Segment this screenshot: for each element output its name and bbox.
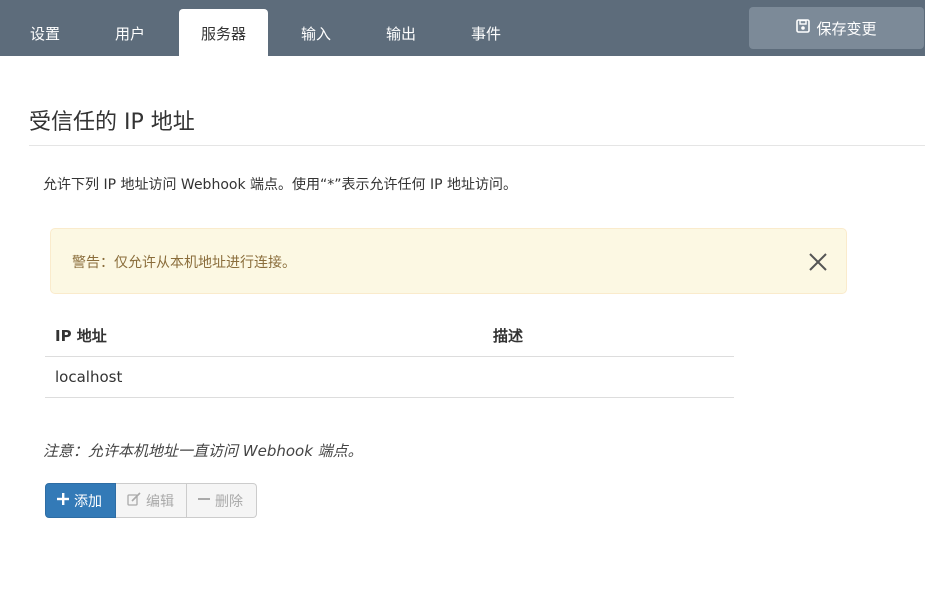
minus-icon bbox=[198, 493, 210, 509]
save-changes-button[interactable]: 保存变更 bbox=[749, 7, 924, 49]
tab-events[interactable]: 事件 bbox=[446, 9, 526, 56]
tab-settings[interactable]: 设置 bbox=[0, 9, 90, 56]
column-header-ip-address[interactable]: IP 地址 bbox=[45, 315, 483, 357]
table-action-buttons: 添加 编辑 删除 bbox=[45, 483, 257, 518]
floppy-disk-icon bbox=[796, 19, 811, 37]
delete-button-label: 删除 bbox=[215, 493, 243, 510]
tab-users[interactable]: 用户 bbox=[90, 9, 170, 56]
delete-button[interactable]: 删除 bbox=[187, 483, 257, 518]
top-navigation-bar: 设置 用户 服务器 输入 输出 事件 保存变更 bbox=[0, 0, 925, 56]
alert-text: 警告：仅允许从本机地址进行连接。 bbox=[72, 255, 296, 271]
add-button-label: 添加 bbox=[74, 493, 102, 510]
title-divider bbox=[29, 145, 925, 146]
close-icon[interactable] bbox=[807, 251, 829, 273]
edit-button[interactable]: 编辑 bbox=[116, 483, 187, 518]
tab-server[interactable]: 服务器 bbox=[179, 9, 268, 56]
warning-alert: 警告：仅允许从本机地址进行连接。 bbox=[50, 228, 847, 294]
column-header-description[interactable]: 描述 bbox=[483, 315, 734, 357]
access-note: 注意：允许本机地址一直访问 Webhook 端点。 bbox=[43, 442, 363, 460]
edit-button-label: 编辑 bbox=[146, 493, 174, 510]
plus-icon bbox=[57, 492, 69, 509]
table-cell-ip: localhost bbox=[45, 356, 483, 398]
tab-output[interactable]: 输出 bbox=[361, 9, 441, 56]
page-title: 受信任的 IP 地址 bbox=[29, 110, 195, 135]
add-button[interactable]: 添加 bbox=[45, 483, 116, 518]
tab-input[interactable]: 输入 bbox=[276, 9, 356, 56]
table-header-row: IP 地址 描述 bbox=[45, 315, 734, 357]
trusted-ip-table: IP 地址 描述 localhost bbox=[45, 315, 734, 398]
section-description: 允许下列 IP 地址访问 Webhook 端点。使用“*”表示允许任何 IP 地… bbox=[43, 177, 517, 193]
edit-icon bbox=[127, 491, 141, 510]
table-row[interactable]: localhost bbox=[45, 356, 734, 398]
save-changes-label: 保存变更 bbox=[816, 19, 877, 38]
table-cell-description bbox=[483, 356, 734, 398]
